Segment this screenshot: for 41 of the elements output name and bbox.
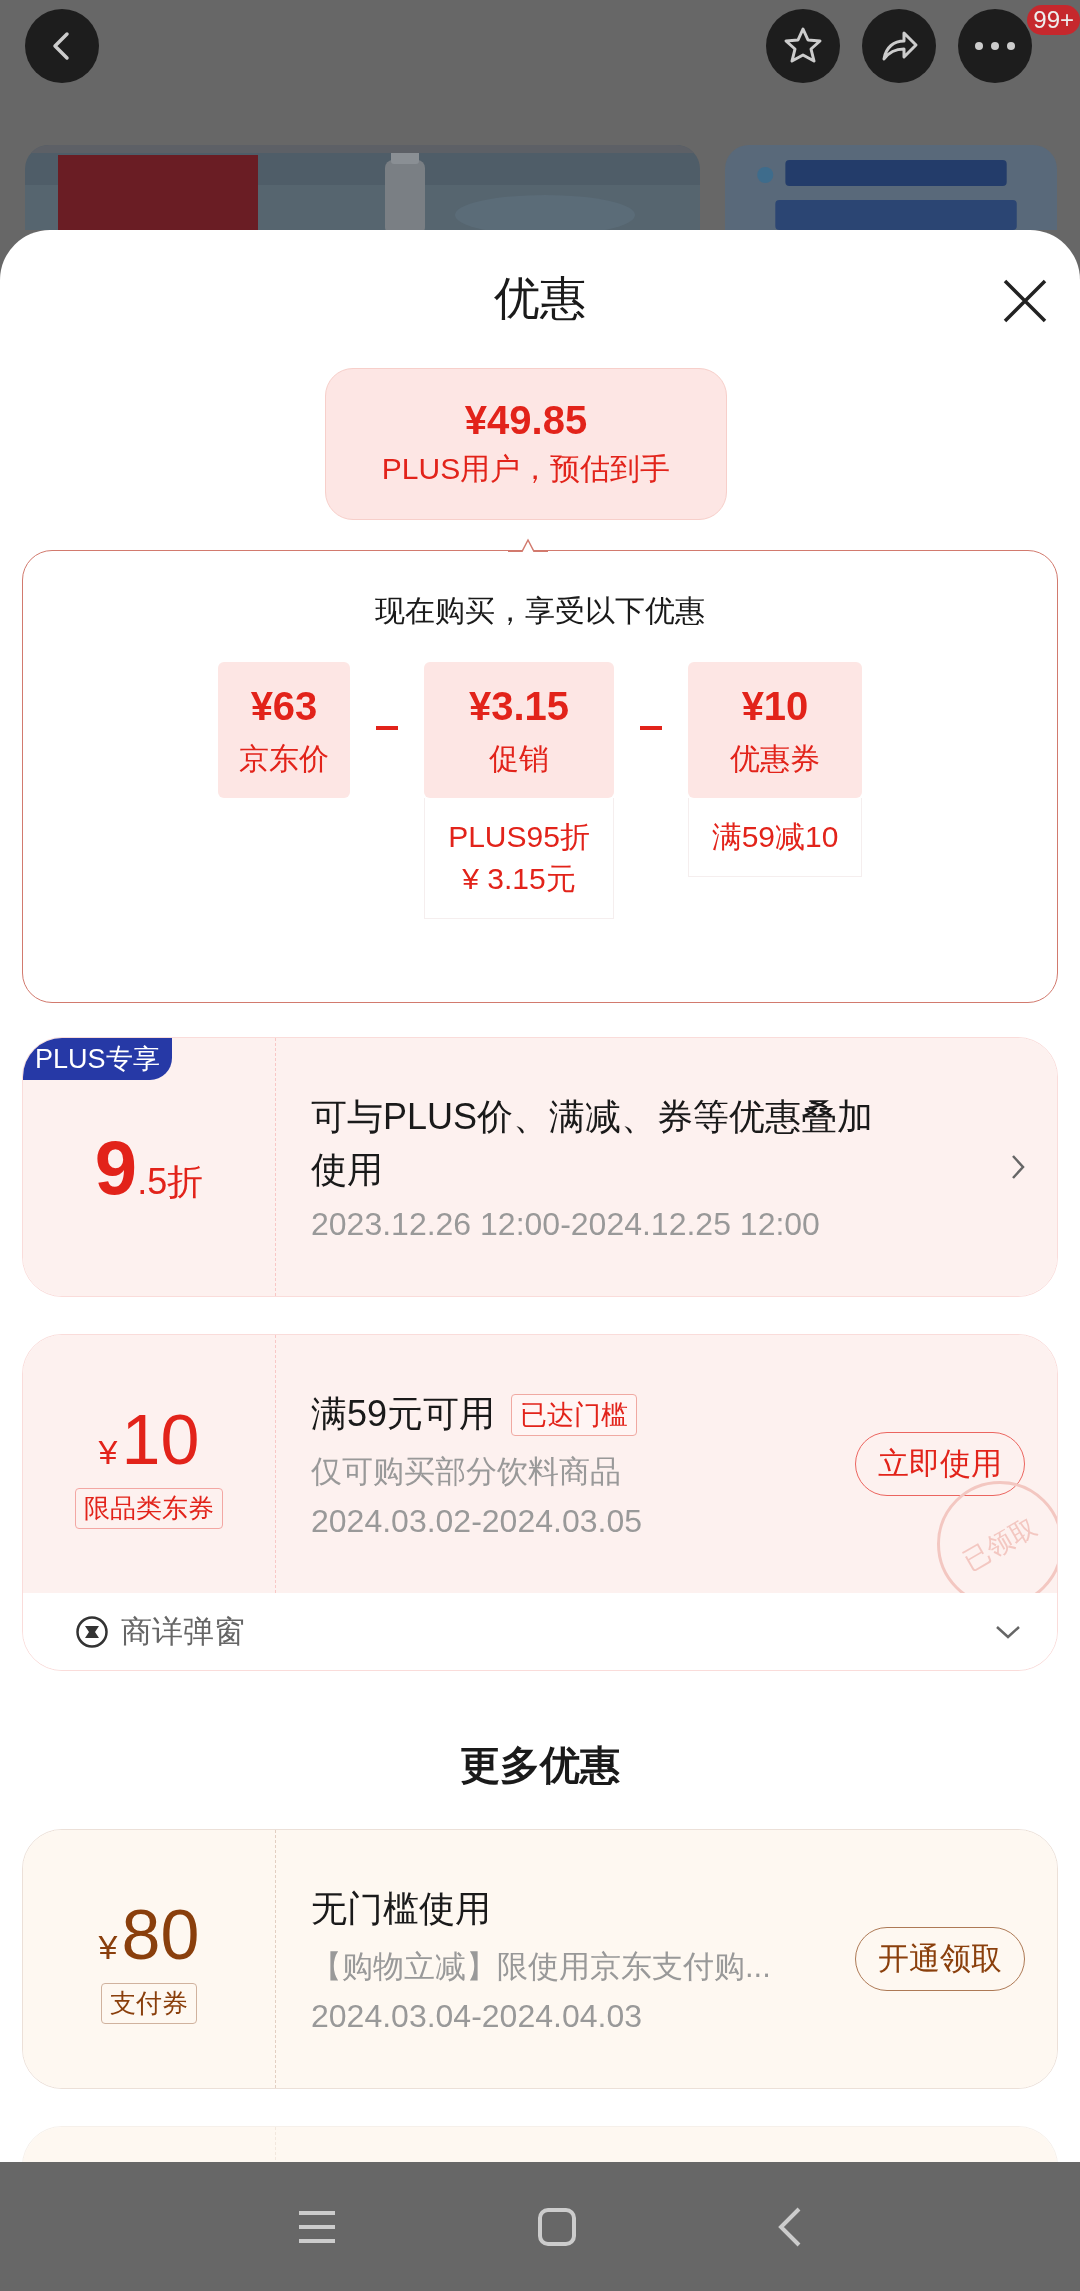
sheet-title: 优惠 bbox=[494, 271, 586, 326]
discount-value: 9.5折 bbox=[94, 1123, 204, 1211]
detail-text: 满59减10 bbox=[711, 819, 839, 855]
coupon-description: 仅可购买部分饮料商品 bbox=[311, 1452, 622, 1491]
back-icon[interactable] bbox=[777, 2205, 803, 2248]
minus-icon bbox=[376, 726, 398, 730]
coupon-title: 无门槛使用 bbox=[311, 1887, 491, 1932]
threshold-tag: 已达门槛 bbox=[511, 1393, 638, 1436]
menu-icon[interactable] bbox=[297, 2208, 337, 2245]
notification-badge: 99+ bbox=[1027, 5, 1080, 35]
component-amount: ¥3.15 bbox=[468, 684, 570, 729]
plus-tag: PLUS专享 bbox=[23, 1038, 172, 1080]
validity-dates: 2024.03.04-2024.04.03 bbox=[311, 1997, 643, 2035]
component-amount: ¥10 bbox=[741, 684, 809, 729]
coupon-title: 满59元可用 bbox=[311, 1392, 496, 1437]
component-label: 京东价 bbox=[239, 741, 329, 777]
estimated-price: ¥49.85 bbox=[464, 398, 588, 443]
validity-dates: 2024.03.02-2024.03.05 bbox=[311, 1502, 643, 1540]
chevron-down-icon[interactable] bbox=[995, 1623, 1021, 1640]
breakdown-heading: 现在购买，享受以下优惠 bbox=[375, 593, 705, 629]
component-label: 促销 bbox=[489, 741, 549, 777]
close-icon[interactable] bbox=[1002, 278, 1048, 324]
section-title: 更多优惠 bbox=[460, 1741, 620, 1789]
coupon-description: 【购物立减】限使用京东支付购... bbox=[311, 1947, 772, 1986]
component-label: 优惠券 bbox=[730, 741, 820, 777]
footer-label: 商详弹窗 bbox=[121, 1612, 245, 1651]
component-amount: ¥63 bbox=[250, 684, 318, 729]
validity-dates: 2023.12.26 12:00-2024.12.25 12:00 bbox=[311, 1205, 821, 1243]
coupon-title: 可与PLUS价、满减、券等优惠叠加使用 bbox=[311, 1095, 875, 1192]
coupon-amount: ¥10 bbox=[98, 1399, 200, 1480]
chevron-right-icon[interactable] bbox=[1011, 1154, 1025, 1180]
estimate-caption: PLUS用户，预估到手 bbox=[381, 451, 671, 487]
detail-text: PLUS95折 bbox=[448, 819, 590, 855]
minus-icon bbox=[640, 726, 662, 730]
more-icon bbox=[972, 40, 1018, 52]
home-icon[interactable] bbox=[537, 2206, 577, 2247]
popup-icon bbox=[75, 1614, 109, 1649]
coupon-type-tag: 支付券 bbox=[101, 1982, 197, 2024]
detail-text: ¥ 3.15元 bbox=[462, 861, 576, 897]
coupon-type-tag: 限品类东券 bbox=[75, 1487, 223, 1529]
coupon-amount: ¥80 bbox=[98, 1894, 200, 1975]
